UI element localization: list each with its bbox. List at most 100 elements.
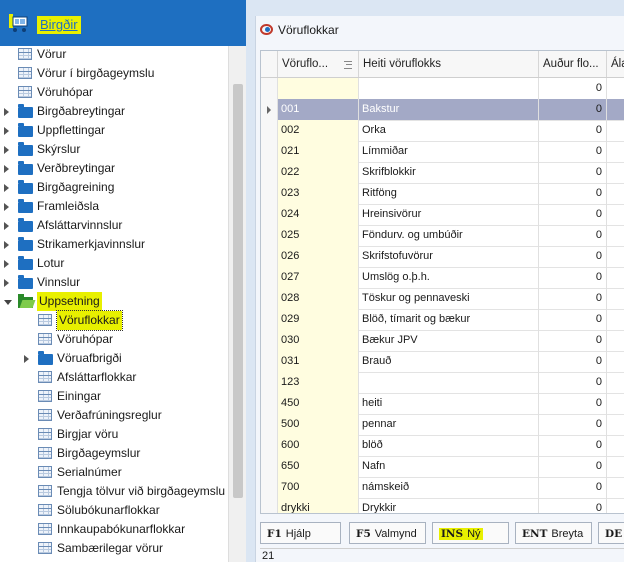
cell-name[interactable]: Föndurv. og umbúðir <box>359 225 539 246</box>
function-button-ins[interactable]: INS Ný <box>432 522 509 544</box>
cell-code[interactable]: drykki <box>278 498 359 513</box>
cell-markup[interactable] <box>607 351 624 372</box>
row-indicator[interactable] <box>261 225 278 246</box>
cell-code[interactable]: 650 <box>278 456 359 477</box>
cell-code[interactable]: 021 <box>278 141 359 162</box>
tree-item-voruhopar[interactable]: Vöruhópar <box>0 83 228 102</box>
cell-markup[interactable] <box>607 477 624 498</box>
table-row[interactable]: 029 Blöð, tímarit og bækur 0 <box>261 309 624 331</box>
cell-markup[interactable] <box>607 99 624 120</box>
tree-item-vorur[interactable]: Vörur <box>0 46 228 64</box>
cell-name[interactable] <box>359 78 539 99</box>
tree-item-birg-abreytingar[interactable]: Birgðabreytingar <box>0 102 228 121</box>
cell-markup[interactable] <box>607 330 624 351</box>
tree-item-birg-agreining[interactable]: Birgðagreining <box>0 178 228 197</box>
cell-empty-category[interactable]: 0 <box>539 141 607 162</box>
tree-item-voruhopar[interactable]: Vöruhópar <box>0 330 228 349</box>
table-row[interactable]: 022 Skrifblokkir 0 <box>261 162 624 184</box>
row-indicator[interactable] <box>261 435 278 456</box>
row-indicator[interactable] <box>261 351 278 372</box>
cell-name[interactable] <box>359 372 539 393</box>
row-indicator[interactable] <box>261 267 278 288</box>
cell-markup[interactable] <box>607 120 624 141</box>
row-indicator[interactable] <box>261 99 278 120</box>
function-button-f1[interactable]: F1 Hjálp <box>260 522 341 544</box>
row-indicator[interactable] <box>261 246 278 267</box>
chevron-right-icon[interactable] <box>4 165 9 173</box>
cell-name[interactable]: Ritföng <box>359 183 539 204</box>
table-row[interactable]: 0 <box>261 78 624 100</box>
cell-name[interactable]: Blöð, tímarit og bækur <box>359 309 539 330</box>
row-indicator[interactable] <box>261 288 278 309</box>
table-row[interactable]: 027 Umslög o.þ.h. 0 <box>261 267 624 289</box>
row-indicator[interactable] <box>261 141 278 162</box>
tree-item-lotur[interactable]: Lotur <box>0 254 228 273</box>
cell-code[interactable]: 001 <box>278 99 359 120</box>
tree-item-voruflokkar[interactable]: Vöruflokkar <box>0 310 228 331</box>
cell-code[interactable]: 002 <box>278 120 359 141</box>
tree-item-afslattarflokkar[interactable]: Afsláttarflokkar <box>0 368 228 387</box>
tree-item-voruafbrig-i[interactable]: Vöruafbrigði <box>0 349 228 368</box>
tree-item-serialnumer[interactable]: Serialnúmer <box>0 463 228 482</box>
tree-item-skyrslur[interactable]: Skýrslur <box>0 140 228 159</box>
cell-name[interactable]: blöð <box>359 435 539 456</box>
table-row[interactable]: 002 Orka 0 <box>261 120 624 142</box>
cell-code[interactable]: 600 <box>278 435 359 456</box>
chevron-right-icon[interactable] <box>4 260 9 268</box>
table-row[interactable]: 023 Ritföng 0 <box>261 183 624 205</box>
table-row[interactable]: 028 Töskur og pennaveski 0 <box>261 288 624 310</box>
scrollbar-thumb[interactable] <box>233 84 243 498</box>
cell-empty-category[interactable]: 0 <box>539 351 607 372</box>
cell-code[interactable]: 023 <box>278 183 359 204</box>
table-row[interactable]: 450 heiti 0 <box>261 393 624 415</box>
cell-name[interactable]: Hreinsivörur <box>359 204 539 225</box>
tree-item-uppsetning[interactable]: Uppsetning <box>0 292 228 311</box>
cell-empty-category[interactable]: 0 <box>539 78 607 99</box>
cell-markup[interactable] <box>607 372 624 393</box>
cell-name[interactable]: Töskur og pennaveski <box>359 288 539 309</box>
cell-empty-category[interactable]: 0 <box>539 393 607 414</box>
table-row[interactable]: 021 Límmiðar 0 <box>261 141 624 163</box>
cell-empty-category[interactable]: 0 <box>539 204 607 225</box>
cell-markup[interactable] <box>607 225 624 246</box>
cell-empty-category[interactable]: 0 <box>539 456 607 477</box>
cell-empty-category[interactable]: 0 <box>539 309 607 330</box>
chevron-right-icon[interactable] <box>4 108 9 116</box>
cell-empty-category[interactable]: 0 <box>539 162 607 183</box>
cell-name[interactable]: Skrifstofuvörur <box>359 246 539 267</box>
tree-item-strikamerkjavinnslur[interactable]: Strikamerkjavinnslur <box>0 235 228 254</box>
cell-markup[interactable] <box>607 393 624 414</box>
row-indicator[interactable] <box>261 204 278 225</box>
cell-name[interactable]: Brauð <box>359 351 539 372</box>
cell-code[interactable]: 024 <box>278 204 359 225</box>
cell-empty-category[interactable]: 0 <box>539 288 607 309</box>
cell-empty-category[interactable]: 0 <box>539 414 607 435</box>
tree-item-samb-rilegar-vorur[interactable]: Sambærilegar vörur <box>0 539 228 558</box>
cell-empty-category[interactable]: 0 <box>539 267 607 288</box>
tree-item-einingar[interactable]: Einingar <box>0 387 228 406</box>
cell-code[interactable]: 450 <box>278 393 359 414</box>
row-indicator[interactable] <box>261 456 278 477</box>
table-row[interactable]: 025 Föndurv. og umbúðir 0 <box>261 225 624 247</box>
cell-empty-category[interactable]: 0 <box>539 225 607 246</box>
table-row[interactable]: 700 námskeið 0 <box>261 477 624 499</box>
cell-code[interactable]: 025 <box>278 225 359 246</box>
chevron-right-icon[interactable] <box>4 241 9 249</box>
chevron-down-icon[interactable] <box>4 300 12 305</box>
cell-name[interactable]: Nafn <box>359 456 539 477</box>
app-title[interactable]: Birgðir <box>37 16 81 34</box>
chevron-right-icon[interactable] <box>24 355 29 363</box>
chevron-right-icon[interactable] <box>4 127 9 135</box>
tree-item-vorur-i-birg-ageymslu[interactable]: Vörur í birgðageymslu <box>0 64 228 83</box>
cell-empty-category[interactable]: 0 <box>539 330 607 351</box>
row-indicator[interactable] <box>261 78 278 99</box>
chevron-right-icon[interactable] <box>4 279 9 287</box>
tree-item-birg-ageymslur[interactable]: Birgðageymslur <box>0 444 228 463</box>
function-button-de[interactable]: DE <box>598 522 624 544</box>
tree-item-vinnslur[interactable]: Vinnslur <box>0 273 228 292</box>
cell-empty-category[interactable]: 0 <box>539 435 607 456</box>
chevron-right-icon[interactable] <box>4 222 9 230</box>
cell-empty-category[interactable]: 0 <box>539 498 607 513</box>
tree-scrollbar[interactable] <box>228 46 247 562</box>
cell-markup[interactable] <box>607 498 624 513</box>
